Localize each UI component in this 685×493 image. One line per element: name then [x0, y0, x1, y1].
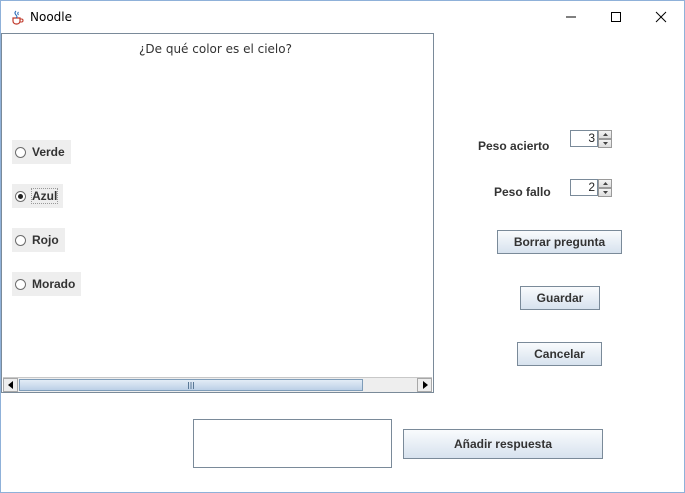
radio-verde[interactable] — [15, 146, 26, 158]
horizontal-scrollbar[interactable] — [3, 377, 432, 392]
radio-morado[interactable] — [15, 278, 26, 290]
save-button[interactable]: Guardar — [520, 286, 600, 310]
radio-rojo[interactable] — [15, 234, 26, 246]
spin-down-button[interactable] — [598, 188, 612, 197]
add-answer-button[interactable]: Añadir respuesta — [403, 429, 603, 459]
chevron-up-icon — [602, 182, 608, 185]
minimize-button[interactable] — [548, 1, 594, 32]
correct-weight-label: Peso acierto — [478, 139, 550, 153]
maximize-icon — [611, 11, 621, 22]
spin-buttons — [598, 179, 612, 198]
option-label: Azul — [30, 188, 59, 204]
option-morado[interactable]: Morado — [12, 272, 82, 296]
window-title: Noodle — [30, 10, 72, 24]
chevron-down-icon — [602, 191, 608, 194]
close-icon — [655, 11, 667, 22]
arrow-left-icon — [7, 381, 13, 389]
chevron-down-icon — [602, 142, 608, 145]
maximize-button[interactable] — [593, 1, 639, 32]
option-azul[interactable]: Azul — [12, 184, 64, 208]
option-label: Verde — [32, 145, 65, 159]
wrong-weight-spinner[interactable]: 2 — [570, 179, 612, 198]
question-scroll-panel[interactable]: ¿De qué color es el cielo? Verde Azul Ro… — [1, 33, 434, 393]
scroll-thumb[interactable] — [19, 379, 363, 391]
close-button[interactable] — [638, 1, 684, 32]
delete-question-button[interactable]: Borrar pregunta — [497, 230, 622, 254]
content-pane: ¿De qué color es el cielo? Verde Azul Ro… — [1, 32, 684, 492]
arrow-right-icon — [422, 381, 428, 389]
option-label: Morado — [32, 277, 76, 291]
spin-down-button[interactable] — [598, 139, 612, 148]
answer-input[interactable] — [193, 419, 392, 468]
spin-buttons — [598, 130, 612, 149]
scroll-right-button[interactable] — [417, 378, 432, 392]
spin-up-button[interactable] — [598, 179, 612, 188]
wrong-weight-field[interactable]: 2 — [570, 179, 598, 196]
correct-weight-spinner[interactable]: 3 — [570, 130, 612, 149]
cancel-button[interactable]: Cancelar — [517, 342, 602, 366]
question-text: ¿De qué color es el cielo? — [139, 42, 292, 56]
java-cup-icon — [9, 9, 25, 25]
scroll-left-button[interactable] — [3, 378, 18, 392]
correct-weight-field[interactable]: 3 — [570, 130, 598, 147]
minimize-icon — [566, 16, 576, 17]
option-label: Rojo — [32, 233, 59, 247]
wrong-weight-label: Peso fallo — [494, 185, 551, 199]
title-bar: Noodle — [1, 1, 684, 32]
option-rojo[interactable]: Rojo — [12, 228, 65, 252]
radio-azul[interactable] — [15, 190, 26, 202]
spin-up-button[interactable] — [598, 130, 612, 139]
chevron-up-icon — [602, 133, 608, 136]
grip-icon — [188, 381, 194, 389]
app-window: Noodle ¿De qué color es el cielo? Verde — [0, 0, 685, 493]
option-verde[interactable]: Verde — [12, 140, 71, 164]
